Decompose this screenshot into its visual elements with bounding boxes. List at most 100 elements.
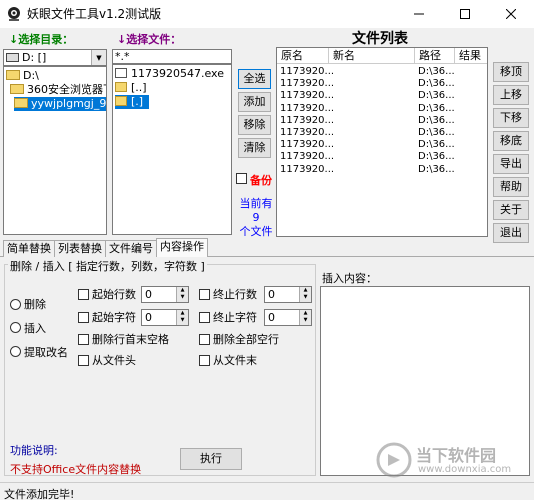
maximize-icon (460, 9, 470, 19)
column-header[interactable]: 原名 (277, 48, 329, 64)
move-down-button[interactable]: 下移 (493, 108, 529, 128)
column-header[interactable]: 新名 (329, 48, 415, 64)
dir-item[interactable]: D:\ (6, 69, 39, 83)
maximize-button[interactable] (442, 0, 488, 28)
export-button[interactable]: 导出 (493, 154, 529, 174)
tab-simple-replace[interactable]: 简单替换 (3, 240, 55, 257)
add-button[interactable]: 添加 (238, 92, 271, 112)
file-list-title: 文件列表 (352, 31, 408, 47)
radio-extract-rename[interactable] (10, 346, 21, 357)
trim-line-checkbox[interactable] (78, 334, 89, 345)
select-dir-label: ↓选择目录： (9, 33, 74, 46)
radio-insert-label: 插入 (24, 322, 46, 335)
start-char-checkbox[interactable] (78, 312, 89, 323)
radio-extract-label: 提取改名 (24, 346, 68, 359)
file-select-list[interactable]: 1173920547.exe [..] [.] (112, 64, 232, 235)
clear-button[interactable]: 清除 (238, 138, 271, 158)
file-filter-input[interactable]: *.* (112, 49, 232, 64)
radio-insert[interactable] (10, 322, 21, 333)
delete-blank-checkbox[interactable] (199, 334, 210, 345)
spin-down-icon[interactable]: ▼ (300, 294, 311, 301)
start-line-stepper[interactable]: 0 ▲ ▼ (141, 286, 189, 303)
list-cell-orig: 1173920... (280, 66, 335, 77)
spin-down-icon[interactable]: ▼ (177, 294, 188, 301)
file-icon (115, 68, 127, 78)
about-button[interactable]: 关于 (493, 200, 529, 220)
list-cell-path: D:\36... (418, 127, 455, 138)
drive-value: D: [] (22, 51, 47, 64)
list-cell-orig: 1173920... (280, 151, 335, 163)
drive-select[interactable]: D: [] ▼ (3, 49, 107, 66)
column-header[interactable]: 结果 (455, 48, 487, 64)
end-line-checkbox[interactable] (199, 289, 210, 300)
func-desc-label: 功能说明: (10, 444, 58, 457)
from-tail-label: 从文件末 (213, 354, 257, 367)
dir-item[interactable]: 360安全浏览器下载 (10, 83, 106, 97)
list-cell-path: D:\36... (418, 163, 455, 175)
spin-up-icon[interactable]: ▲ (300, 310, 311, 317)
spin-down-icon[interactable]: ▼ (300, 317, 311, 324)
delete-blank-label: 删除全部空行 (213, 333, 279, 346)
folder-open-icon (14, 98, 28, 108)
chevron-down-icon[interactable]: ▼ (91, 50, 106, 65)
list-cell-path: D:\36... (418, 151, 455, 163)
file-item[interactable]: 1173920547.exe (115, 67, 224, 81)
start-line-checkbox[interactable] (78, 289, 89, 300)
from-tail-checkbox[interactable] (199, 355, 210, 366)
group-title: 删除 / 插入 [ 指定行数，列数，字符数 ] (8, 258, 207, 274)
execute-button[interactable]: 执行 (180, 448, 242, 470)
folder-icon (115, 96, 127, 106)
close-button[interactable] (488, 0, 534, 28)
tab-content-ops[interactable]: 内容操作 (156, 238, 208, 257)
watermark-text: 当下软件园 (416, 446, 497, 465)
exit-button[interactable]: 退出 (493, 223, 529, 243)
minimize-button[interactable] (396, 0, 442, 28)
list-cell-orig: 1173920... (280, 102, 335, 114)
end-char-checkbox[interactable] (199, 312, 210, 323)
tab-file-number[interactable]: 文件编号 (105, 240, 157, 257)
backup-checkbox[interactable] (236, 173, 247, 184)
spin-up-icon[interactable]: ▲ (177, 310, 188, 317)
from-head-label: 从文件头 (92, 354, 136, 367)
spin-down-icon[interactable]: ▼ (177, 317, 188, 324)
list-cell-orig: 1173920... (280, 163, 335, 175)
drive-icon (6, 53, 19, 62)
count-line3: 个文件 (239, 225, 273, 238)
insert-content-label: 插入内容： (322, 272, 377, 285)
from-head-checkbox[interactable] (78, 355, 89, 366)
list-cell-orig: 1173920... (280, 78, 335, 90)
move-top-button[interactable]: 移顶 (493, 62, 529, 82)
move-bottom-button[interactable]: 移底 (493, 131, 529, 151)
start-line-label: 起始行数 (92, 288, 136, 301)
help-button[interactable]: 帮助 (493, 177, 529, 197)
file-item-selected[interactable]: [.] (115, 95, 150, 109)
list-cell-path: D:\36... (418, 90, 455, 102)
radio-delete[interactable] (10, 299, 21, 310)
trim-line-label: 删除行首末空格 (92, 333, 169, 346)
end-line-stepper[interactable]: 0 ▲ ▼ (264, 286, 312, 303)
spin-up-icon[interactable]: ▲ (300, 287, 311, 294)
select-all-button[interactable]: 全选 (238, 69, 271, 89)
list-cell-orig: 1173920... (280, 90, 335, 102)
tab-list-replace[interactable]: 列表替换 (54, 240, 106, 257)
folder-open-icon (10, 84, 24, 94)
remove-button[interactable]: 移除 (238, 115, 271, 135)
end-char-label: 终止字符 (213, 311, 257, 324)
spin-up-icon[interactable]: ▲ (177, 287, 188, 294)
end-char-stepper[interactable]: 0 ▲ ▼ (264, 309, 312, 326)
start-char-stepper[interactable]: 0 ▲ ▼ (141, 309, 189, 326)
dir-item-selected[interactable]: yywjplgmgj_9ht (14, 97, 106, 111)
list-cell-orig: 1173920... (280, 127, 335, 138)
move-up-button[interactable]: 上移 (493, 85, 529, 105)
file-list-table[interactable]: 原名 新名 路径 结果 1173920... D:\36... 1173920...… (276, 47, 488, 237)
folder-icon (115, 82, 127, 92)
minimize-icon (414, 13, 424, 15)
list-cell-path: D:\36... (418, 102, 455, 114)
count-line1: 当前有 (239, 197, 273, 210)
column-header[interactable]: 路径 (415, 48, 455, 64)
file-item[interactable]: [..] (115, 81, 147, 95)
close-icon (506, 9, 516, 19)
select-file-label: ↓选择文件： (117, 33, 182, 46)
list-cell-path: D:\36... (418, 139, 455, 151)
directory-list[interactable]: D:\ 360安全浏览器下载 yywjplgmgj_9ht (3, 66, 107, 235)
